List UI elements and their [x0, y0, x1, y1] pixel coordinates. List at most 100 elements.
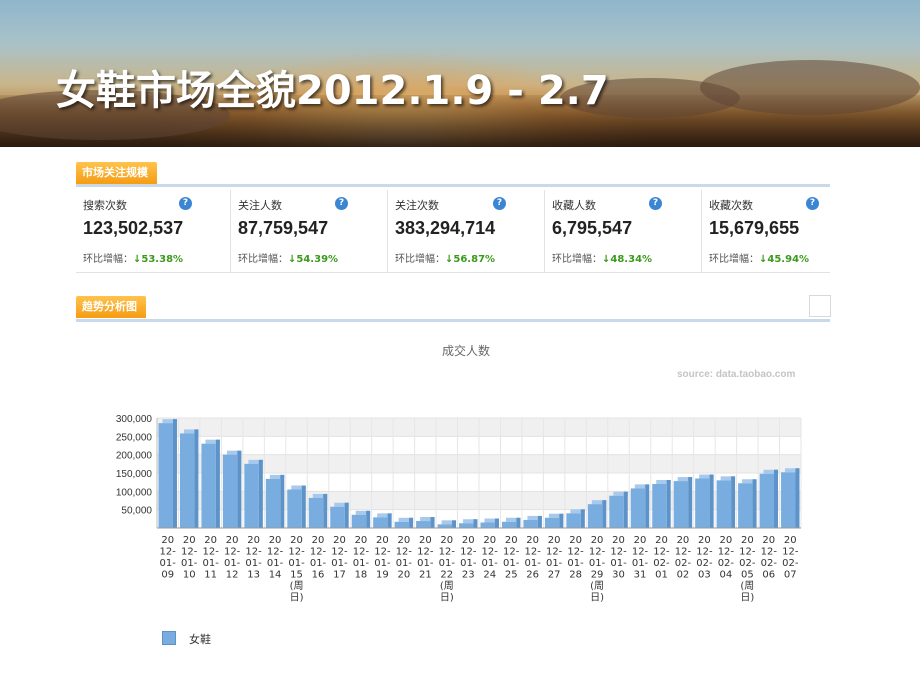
- bar-side: [237, 450, 242, 528]
- bar: [330, 506, 345, 528]
- x-tick-label: 20 12-01-20: [396, 535, 413, 581]
- header-banner: 女鞋市场全貌2012.1.9 - 2.7: [0, 0, 920, 147]
- stat-change: 环比增幅：↓45.94%: [709, 250, 809, 265]
- x-tick-label: 20 12-01-17: [331, 535, 348, 581]
- bar-side: [323, 493, 328, 528]
- x-tick-label: 20 12-02-03: [696, 535, 713, 581]
- stat-search-count: 搜索次数 ? 123,502,537 环比增幅：↓53.38%: [76, 190, 231, 272]
- section-tab-trend-analysis[interactable]: 趋势分析图: [76, 296, 146, 318]
- stats-panel: 搜索次数 ? 123,502,537 环比增幅：↓53.38% 关注人数 ? 8…: [76, 190, 830, 273]
- bar-side: [623, 491, 628, 528]
- bar-side: [580, 509, 585, 528]
- stat-change: 环比增幅：↓53.38%: [83, 250, 183, 265]
- bar-side: [409, 517, 414, 528]
- bar-side: [731, 476, 736, 528]
- x-tick-label: 20 12-02-07: [782, 535, 799, 581]
- x-tick-label: 20 12-01-28: [567, 535, 584, 581]
- x-tick-label: 20 12-01-14: [267, 535, 284, 581]
- bar: [759, 473, 775, 528]
- stat-label: 搜索次数: [83, 199, 127, 212]
- y-tick-label: 150,000: [116, 469, 153, 480]
- x-tick-label: 20 12-02-04: [718, 535, 735, 581]
- x-tick-label: 20 12-01-22 (周日): [439, 535, 456, 604]
- bar: [652, 484, 667, 528]
- stat-value: 383,294,714: [395, 218, 496, 238]
- section-divider: [76, 184, 830, 187]
- stat-change: 环比增幅：↓56.87%: [395, 250, 495, 265]
- section-tab-attention-scale[interactable]: 市场关注规模: [76, 162, 157, 184]
- stat-value: 87,759,547: [238, 218, 329, 238]
- bar-side: [344, 502, 349, 528]
- stat-label: 收藏人数: [552, 199, 596, 212]
- bar-side: [194, 429, 199, 528]
- x-tick-label: 20 12-01-13: [245, 535, 262, 581]
- x-tick-label: 20 12-01-25: [503, 535, 520, 581]
- help-icon[interactable]: ?: [649, 197, 662, 210]
- help-icon[interactable]: ?: [806, 197, 819, 210]
- stat-value: 6,795,547: [552, 218, 633, 238]
- y-tick-label: 300,000: [116, 414, 153, 425]
- bar: [437, 524, 453, 528]
- bar: [609, 495, 624, 528]
- stat-label: 收藏次数: [709, 199, 753, 212]
- bar-side: [387, 513, 392, 528]
- help-icon[interactable]: ?: [335, 197, 348, 210]
- bar-side: [172, 419, 177, 528]
- stat-change-label: 环比增幅：: [238, 254, 288, 265]
- bar-side: [516, 517, 521, 528]
- stat-change-label: 环比增幅：: [395, 254, 445, 265]
- y-tick-label: 250,000: [116, 432, 153, 443]
- bar: [201, 443, 216, 528]
- bar-side: [709, 474, 714, 528]
- corner-box[interactable]: [809, 295, 831, 317]
- x-tick-label: 20 12-02-01: [653, 535, 670, 581]
- stat-change-label: 环比增幅：: [83, 254, 133, 265]
- bar-side: [645, 484, 650, 528]
- bar: [222, 454, 238, 528]
- section-divider: [76, 319, 830, 322]
- bar: [716, 480, 732, 528]
- bar: [351, 514, 367, 528]
- bar: [265, 478, 281, 528]
- stat-change-value: 54.39%: [296, 254, 339, 265]
- stat-favorite-times: 收藏次数 ? 15,679,655 环比增幅：↓45.94%: [702, 190, 830, 272]
- bar-side: [473, 519, 478, 528]
- bar-side: [366, 510, 371, 528]
- stat-label: 关注人数: [238, 199, 282, 212]
- bar: [587, 504, 603, 528]
- x-tick-label: 20 12-01-11: [202, 535, 219, 581]
- bar-side: [688, 477, 693, 528]
- bar: [394, 521, 410, 528]
- bar-side: [301, 485, 306, 528]
- x-tick-label: 20 12-02-02: [675, 535, 692, 581]
- bar: [308, 497, 324, 528]
- chart-source: source: data.taobao.com: [677, 369, 796, 380]
- bar: [673, 481, 689, 528]
- x-tick-label: 20 12-01-27: [546, 535, 563, 581]
- help-icon[interactable]: ?: [493, 197, 506, 210]
- bar: [501, 521, 517, 528]
- y-tick-label: 50,000: [121, 506, 152, 517]
- bar-side: [452, 520, 457, 528]
- x-tick-label: 20 12-01-09: [160, 535, 177, 581]
- bar: [738, 483, 753, 528]
- stat-change-value: 53.38%: [141, 254, 184, 265]
- x-tick-label: 20 12-02-06: [761, 535, 778, 581]
- legend-swatch: [162, 631, 176, 645]
- bar: [566, 513, 581, 528]
- bar-side: [752, 479, 757, 528]
- bar-side: [280, 474, 285, 528]
- bar-side: [258, 459, 263, 528]
- bar: [373, 517, 388, 528]
- stat-change-value: 56.87%: [453, 254, 496, 265]
- bar: [523, 519, 538, 528]
- stat-change-label: 环比增幅：: [552, 254, 602, 265]
- bar: [781, 472, 796, 528]
- chart-title: 成交人数: [441, 344, 490, 358]
- bar-side: [795, 468, 800, 528]
- bar: [158, 423, 173, 528]
- x-tick-label: 20 12-01-31: [632, 535, 649, 581]
- help-icon[interactable]: ?: [179, 197, 192, 210]
- bar-side: [430, 517, 435, 528]
- stat-change: 环比增幅：↓54.39%: [238, 250, 338, 265]
